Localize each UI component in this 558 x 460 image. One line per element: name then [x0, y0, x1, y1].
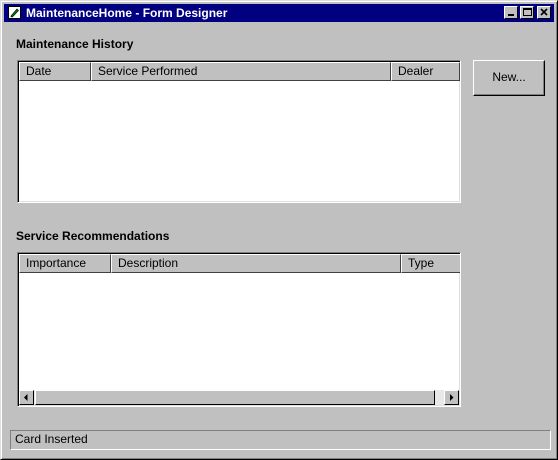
title-bar[interactable]: MaintenanceHome - Form Designer	[4, 4, 554, 22]
column-header-service-performed[interactable]: Service Performed	[91, 62, 391, 81]
maintenance-history-list[interactable]: Date Service Performed Dealer	[17, 60, 461, 203]
status-text: Card Inserted	[15, 432, 88, 446]
close-button[interactable]	[537, 6, 551, 19]
new-button[interactable]: New...	[473, 60, 545, 96]
arrow-right-icon	[450, 394, 454, 401]
column-header-importance[interactable]: Importance	[19, 254, 111, 273]
status-bar: Card Inserted	[10, 430, 551, 450]
window-title: MaintenanceHome - Form Designer	[26, 6, 228, 20]
service-recommendations-list[interactable]: Importance Description Type	[17, 252, 461, 407]
pencil-document-icon[interactable]	[8, 6, 21, 19]
column-header-date[interactable]: Date	[19, 62, 91, 81]
service-recommendations-label: Service Recommendations	[16, 229, 170, 243]
column-header-dealer[interactable]: Dealer	[391, 62, 460, 81]
minimize-button[interactable]	[504, 6, 518, 19]
maximize-button[interactable]	[520, 6, 534, 19]
minimize-icon	[508, 14, 514, 16]
maintenance-history-label: Maintenance History	[16, 37, 134, 51]
column-header-description[interactable]: Description	[111, 254, 401, 273]
column-header-type[interactable]: Type	[401, 254, 460, 273]
scroll-right-button[interactable]	[444, 390, 459, 405]
arrow-left-icon	[24, 394, 28, 401]
form-designer-window: MaintenanceHome - Form Designer Maintena…	[0, 0, 558, 460]
close-icon	[540, 8, 548, 16]
maximize-icon	[523, 8, 532, 16]
scroll-thumb[interactable]	[35, 390, 435, 405]
scroll-left-button[interactable]	[19, 390, 34, 405]
horizontal-scrollbar[interactable]	[19, 390, 459, 405]
